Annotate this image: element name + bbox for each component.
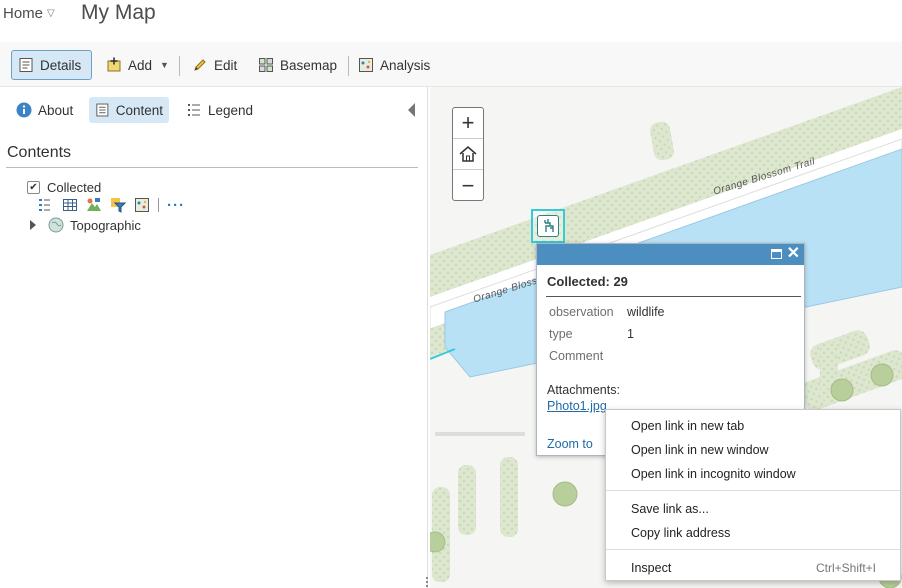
tab-content-label: Content [115, 102, 163, 118]
basemap-button[interactable]: Basemap [252, 50, 343, 80]
menu-item-label: Open link in new tab [631, 419, 745, 433]
attachments-label: Attachments: [547, 383, 620, 397]
menu-item-label: Open link in new window [631, 443, 769, 457]
show-table-icon[interactable] [62, 197, 78, 213]
analysis-button[interactable]: Analysis [352, 50, 436, 80]
zoom-to-link[interactable]: Zoom to [547, 437, 593, 451]
menu-item-label: Inspect [631, 561, 672, 575]
menu-divider [606, 549, 900, 550]
attribute-key: Comment [549, 349, 604, 363]
filter-icon[interactable] [110, 197, 126, 213]
zoom-in-button[interactable]: + [453, 108, 483, 139]
popup-header: ✕ [537, 244, 804, 265]
tools-divider [158, 198, 159, 212]
page-title: My Map [81, 1, 156, 24]
change-style-icon[interactable] [86, 197, 102, 213]
attribute-row: Comment [549, 349, 627, 363]
menu-item-open-new-tab[interactable]: Open link in new tab [606, 415, 900, 437]
home-icon [459, 146, 477, 162]
layer-item-collected[interactable]: ✔ Collected [27, 180, 101, 195]
attribute-value: 1 [627, 327, 634, 341]
context-menu: Open link in new tab Open link in new wi… [605, 409, 901, 581]
attribute-key: type [549, 327, 573, 341]
zoom-control: + − [452, 107, 484, 201]
contents-heading: Contents [7, 144, 72, 161]
tab-about-label: About [38, 102, 74, 118]
analysis-label: Analysis [380, 57, 431, 73]
layer-name[interactable]: Collected [47, 180, 101, 195]
menu-divider [606, 490, 900, 491]
attachment-link[interactable]: Photo1.jpg [547, 399, 607, 413]
menu-item-label: Open link in incognito window [631, 467, 796, 481]
legend-list-icon [188, 104, 200, 116]
basemap-globe-icon [48, 217, 64, 233]
menu-item-inspect[interactable]: Inspect Ctrl+Shift+I [606, 557, 900, 579]
layer-name[interactable]: Topographic [70, 218, 141, 233]
details-label: Details [40, 57, 82, 73]
add-layer-icon [107, 57, 121, 72]
app-header: Home ▽ My Map [0, 0, 902, 42]
details-icon [19, 58, 33, 72]
attribute-row: observation wildlife [549, 305, 665, 319]
home-extent-button[interactable] [453, 139, 483, 170]
menu-item-save-link[interactable]: Save link as... [606, 498, 900, 520]
tab-legend[interactable]: Legend [180, 97, 259, 123]
menu-item-open-incognito[interactable]: Open link in incognito window [606, 463, 900, 485]
details-panel: About Content Legend Contents ✔ Collecte… [0, 87, 428, 588]
more-options-icon[interactable]: ··· [167, 198, 185, 213]
toolbar-divider [179, 56, 180, 76]
layer-tools: ··· [38, 197, 185, 213]
divider [6, 167, 418, 168]
layer-item-topographic[interactable]: Topographic [30, 217, 141, 233]
toolbar: Details Add ▼ Edit Basemap Analysis [0, 42, 902, 87]
expand-arrow-icon[interactable] [30, 220, 36, 230]
chevron-down-icon: ▼ [160, 60, 169, 70]
edit-label: Edit [214, 57, 238, 73]
analysis-icon [359, 58, 373, 72]
tab-legend-label: Legend [208, 102, 254, 118]
chevron-down-icon[interactable]: ▽ [47, 8, 55, 19]
attribute-key: observation [549, 305, 614, 319]
add-button[interactable]: Add ▼ [100, 50, 175, 80]
menu-item-label: Save link as... [631, 502, 709, 516]
layer-visibility-checkbox[interactable]: ✔ [27, 181, 40, 194]
basemap-label: Basemap [280, 57, 338, 73]
menu-item-label: Copy link address [631, 526, 731, 540]
content-list-icon [96, 103, 109, 117]
deer-icon [537, 215, 559, 237]
pencil-icon [194, 59, 206, 71]
maximize-icon[interactable] [771, 249, 782, 259]
attribute-row: type 1 [549, 327, 634, 341]
info-icon [16, 102, 32, 118]
menu-item-open-new-window[interactable]: Open link in new window [606, 439, 900, 461]
divider [546, 296, 801, 297]
selected-feature-marker[interactable] [531, 209, 565, 243]
menu-item-copy-link[interactable]: Copy link address [606, 522, 900, 544]
perform-analysis-icon[interactable] [134, 197, 150, 213]
home-label[interactable]: Home [3, 5, 43, 22]
details-button[interactable]: Details [11, 50, 92, 80]
menu-item-shortcut: Ctrl+Shift+I [815, 561, 876, 575]
basemap-grid-icon [259, 58, 273, 72]
zoom-out-button[interactable]: − [453, 170, 483, 201]
tab-content[interactable]: Content [89, 97, 169, 123]
show-legend-icon[interactable] [38, 197, 54, 213]
close-icon[interactable]: ✕ [787, 245, 800, 263]
edit-button[interactable]: Edit [186, 50, 243, 80]
home-menu[interactable]: Home ▽ [3, 5, 55, 22]
attribute-value: wildlife [627, 305, 665, 319]
tab-about[interactable]: About [10, 97, 79, 123]
popup-title: Collected: 29 [547, 274, 628, 289]
toolbar-divider [348, 56, 349, 76]
add-label: Add [128, 57, 153, 73]
collapse-panel-icon[interactable] [408, 103, 415, 117]
